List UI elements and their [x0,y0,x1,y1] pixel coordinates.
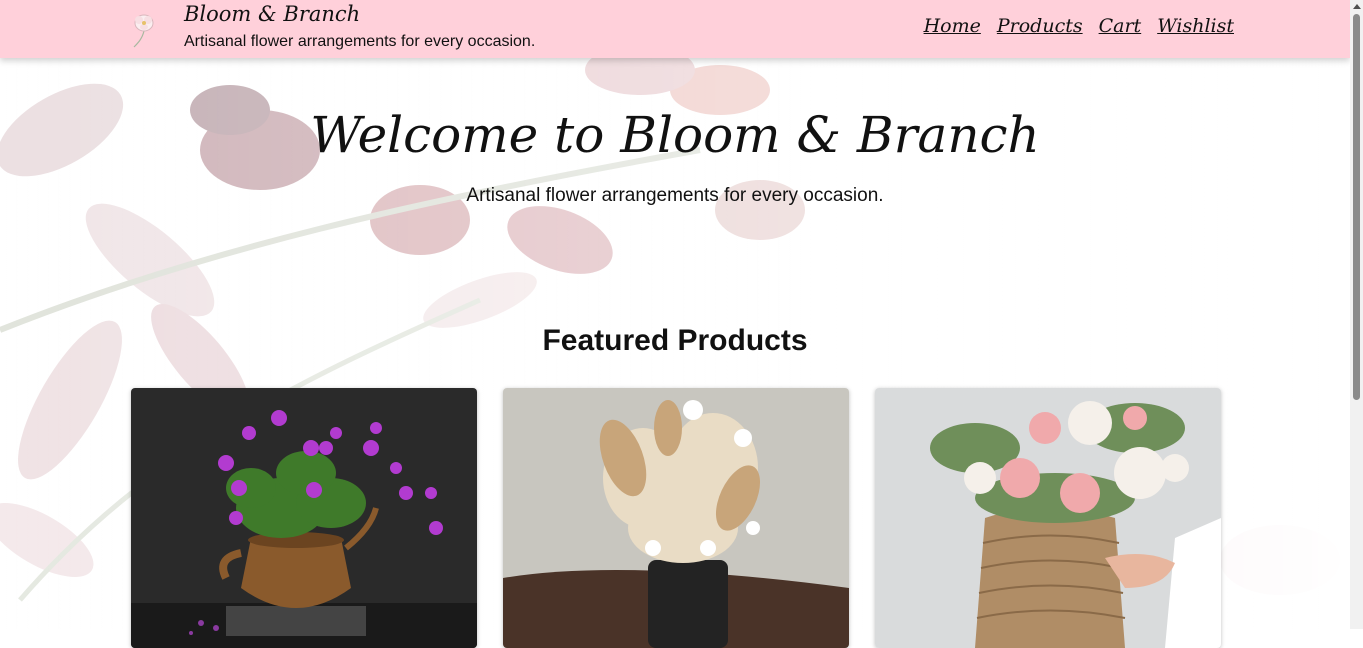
site-header: Bloom & Branch Artisanal flower arrangem… [0,0,1350,58]
product-card-1[interactable] [131,388,477,648]
page-scrollbar[interactable] [1350,0,1363,629]
featured-products-heading: Featured Products [542,324,808,357]
nav-products-link[interactable]: Products [997,15,1083,37]
hero-title: Welcome to Bloom & Branch [310,106,1040,164]
main-nav: Home Products Cart Wishlist [924,15,1234,37]
product-image-dried-bouquet[interactable] [503,388,849,648]
nav-cart-link[interactable]: Cart [1099,15,1142,37]
hero-subtitle: Artisanal flower arrangements for every … [466,185,884,206]
product-card-2[interactable] [503,388,849,648]
product-card-3[interactable] [875,388,1221,648]
brand-name[interactable]: Bloom & Branch [184,2,360,26]
scrollbar-thumb[interactable] [1353,14,1360,400]
scroll-up-arrow-icon[interactable] [1353,4,1361,9]
product-image-rose-basket[interactable] [875,388,1221,648]
brand-tagline: Artisanal flower arrangements for every … [184,33,536,50]
product-image-purple-geraniums[interactable] [131,388,477,648]
flower-logo-icon[interactable] [128,9,160,49]
nav-wishlist-link[interactable]: Wishlist [1157,15,1234,37]
nav-home-link[interactable]: Home [924,15,981,37]
